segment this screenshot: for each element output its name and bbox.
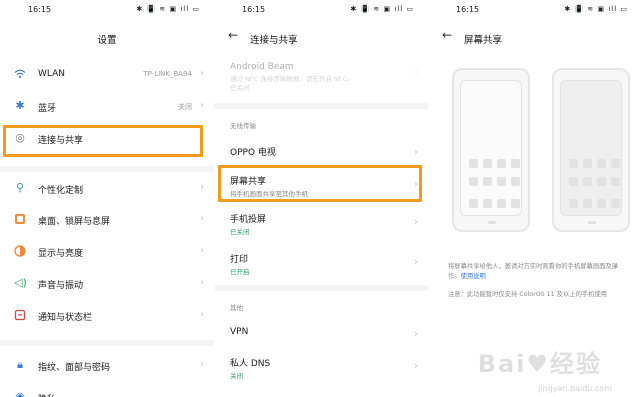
share-note: 注意：此功能暂时仅支持 ColorOS 11 及以上的手机使用: [448, 291, 608, 298]
chevron-right-icon: ›: [414, 217, 418, 228]
divider: [214, 285, 428, 291]
oppo-tv-label: OPPO 电视: [230, 148, 276, 158]
status-icons: ✱ 📳 ≋ ▣ ıll ▭: [564, 5, 628, 13]
chevron-right-icon: ›: [200, 100, 204, 111]
fingerprint-icon: 🔒︎: [17, 358, 23, 371]
android-beam-item[interactable]: Android Beam 通过 NFC 连接传输数据，请先开启 NFC。 已关闭…: [214, 56, 428, 92]
settings-item-label: 桌面、锁屏与息屏: [38, 217, 111, 227]
bluetooth-icon: ✱: [15, 99, 25, 112]
settings-item-label: 声音与振动: [38, 281, 84, 291]
highlight-box: [218, 165, 422, 202]
display-icon: [14, 245, 26, 257]
print-label: 打印: [230, 255, 249, 265]
personalize-icon: ⚲: [15, 181, 25, 194]
chevron-right-icon: ›: [414, 329, 418, 340]
android-beam-label: Android Beam: [230, 62, 294, 72]
page-title: 屏幕共享: [464, 35, 503, 46]
status-bar: 16:15 ✱ 📳 ≋ ▣ ıll ▭: [428, 5, 642, 17]
chevron-right-icon: ›: [200, 68, 204, 79]
screen-cast-label: 手机投屏: [230, 215, 267, 225]
settings-item-personalize[interactable]: ⚲ 个性化定制 ›: [0, 174, 214, 204]
settings-item-privacy[interactable]: ◉ 隐私: [0, 383, 214, 397]
settings-item-label: 通知与状态栏: [38, 313, 93, 323]
settings-item-notification[interactable]: 通知与状态栏 ›: [0, 301, 214, 331]
chevron-right-icon: ›: [200, 277, 204, 288]
vpn-item[interactable]: VPN ›: [214, 318, 428, 348]
desktop-icon: [14, 213, 26, 225]
back-arrow-icon[interactable]: ←: [228, 28, 238, 42]
screen-share-screen: 16:15 ✱ 📳 ≋ ▣ ıll ▭ ← 屏幕共享 将屏幕共享给他人，邀请对方…: [428, 0, 642, 397]
watermark-logo: Bai♥经验: [477, 350, 602, 378]
screen-cast-status: 已关闭: [230, 228, 250, 236]
status-bar: 16:15 ✱ 📳 ≋ ▣ ıll ▭: [0, 5, 214, 17]
highlight-box: [3, 125, 203, 157]
divider: [0, 340, 214, 346]
section-other: 其他: [230, 304, 243, 312]
private-dns-item[interactable]: 私人 DNS 关闭 ›: [214, 350, 428, 380]
chevron-right-icon: ›: [200, 245, 204, 256]
settings-item-label: 蓝牙: [38, 104, 57, 114]
settings-item-label: 指纹、面部与密码: [38, 363, 111, 373]
settings-item-value: TP-LINK_BA94: [143, 70, 192, 78]
wifi-icon: [14, 68, 26, 80]
phone-screen: [560, 80, 622, 216]
status-time: 16:15: [456, 5, 480, 14]
settings-item-label: 隐私: [38, 392, 56, 397]
status-icons: ✱ 📳 ≋ ▣ ıll ▭: [136, 5, 200, 13]
android-beam-status: 已关闭: [230, 84, 250, 92]
chevron-right-icon: ›: [414, 361, 418, 372]
settings-item-sound[interactable]: ◁) 声音与振动 ›: [0, 269, 214, 299]
section-wireless: 无线传输: [230, 122, 256, 130]
print-status: 已开启: [230, 268, 250, 276]
settings-item-value: 关闭: [178, 103, 192, 111]
settings-item-label: WLAN: [38, 69, 66, 79]
sound-icon: ◁): [14, 276, 27, 289]
connection-sharing-screen: 16:15 ✱ 📳 ≋ ▣ ıll ▭ ← 连接与共享 Android Beam…: [214, 0, 428, 397]
status-time: 16:15: [242, 5, 266, 14]
private-dns-label: 私人 DNS: [230, 359, 271, 369]
chevron-right-icon: ›: [200, 309, 204, 320]
oppo-tv-item[interactable]: OPPO 电视 ›: [214, 136, 428, 166]
page-title: 连接与共享: [250, 35, 298, 46]
screen-cast-item[interactable]: 手机投屏 已关闭 ›: [214, 206, 428, 236]
chevron-right-icon: ›: [414, 257, 418, 268]
chevron-right-icon: ›: [200, 213, 204, 224]
settings-item-label: 个性化定制: [38, 186, 84, 196]
phone-illustration-right: [552, 68, 630, 232]
notification-icon: [14, 309, 26, 321]
status-time: 16:15: [28, 5, 52, 14]
chevron-right-icon: ›: [414, 67, 418, 78]
phone-screen: [460, 80, 522, 216]
settings-item-display[interactable]: 显示与亮度 ›: [0, 237, 214, 267]
settings-item-fingerprint[interactable]: 🔒︎ 指纹、面部与密码 ›: [0, 351, 214, 381]
status-icons: ✱ 📳 ≋ ▣ ıll ▭: [350, 5, 414, 13]
divider: [214, 103, 428, 109]
settings-item-wlan[interactable]: WLAN TP-LINK_BA94 ›: [0, 60, 214, 90]
settings-item-bluetooth[interactable]: ✱ 蓝牙 关闭 ›: [0, 92, 214, 122]
settings-item-desktop[interactable]: 桌面、锁屏与息屏 ›: [0, 205, 214, 235]
chevron-right-icon: ›: [200, 182, 204, 193]
usage-guide-link[interactable]: 使用说明: [461, 273, 486, 280]
vpn-label: VPN: [230, 327, 249, 337]
chevron-right-icon: ›: [200, 359, 204, 370]
divider: [0, 166, 214, 172]
chevron-right-icon: ›: [414, 147, 418, 158]
phone-illustration-left: [452, 68, 530, 232]
private-dns-status: 关闭: [230, 372, 243, 380]
settings-screen: 16:15 ✱ 📳 ≋ ▣ ıll ▭ 设置 WLAN TP-LINK_BA94…: [0, 0, 214, 397]
print-item[interactable]: 打印 已开启 ›: [214, 246, 428, 276]
watermark-url: jingyan.baidu.com: [538, 384, 612, 393]
status-bar: 16:15 ✱ 📳 ≋ ▣ ıll ▭: [214, 5, 428, 17]
settings-item-label: 显示与亮度: [38, 249, 84, 259]
back-arrow-icon[interactable]: ←: [442, 28, 452, 42]
page-title: 设置: [97, 35, 117, 46]
privacy-icon: ◉: [15, 390, 25, 397]
share-description: 将屏幕共享给他人，邀请对方实时观看你的手机屏幕画面及操作。使用说明: [448, 262, 628, 282]
